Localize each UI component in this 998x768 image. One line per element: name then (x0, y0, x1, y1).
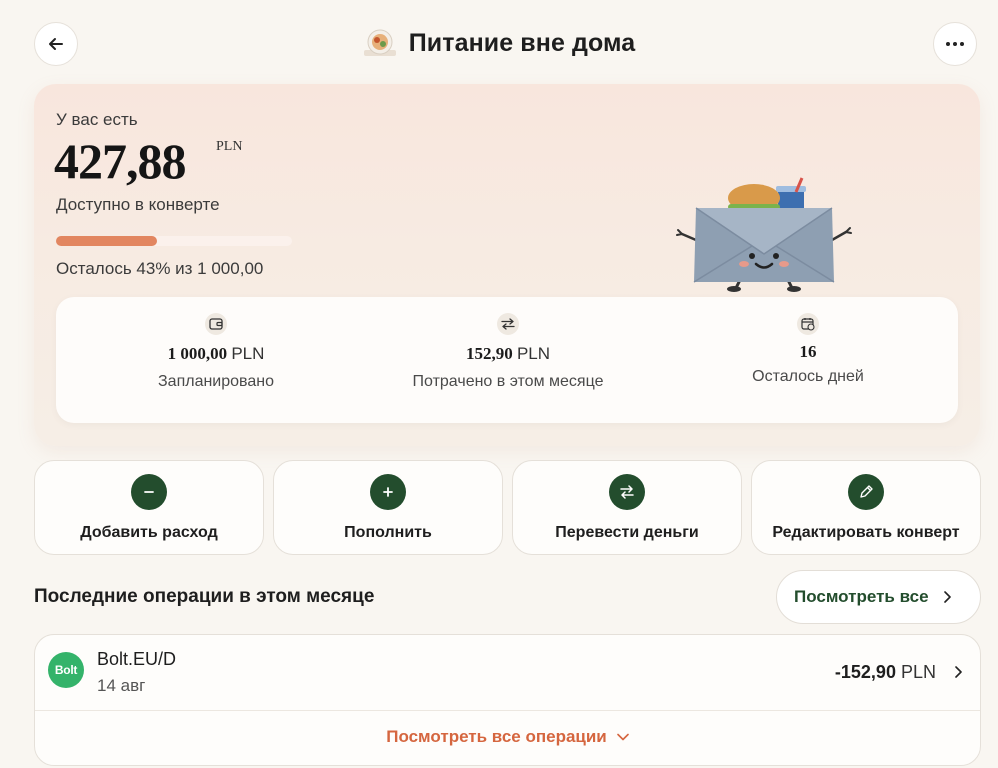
see-all-operations-label: Посмотреть все операции (386, 727, 607, 746)
transfer-arrows-icon (609, 474, 645, 510)
transfer-money-label: Перевести деньги (555, 524, 699, 541)
minus-icon (131, 474, 167, 510)
stat-planned-label: Запланировано (158, 373, 274, 390)
calendar-clock-icon (797, 313, 819, 335)
bolt-logo: Bolt (48, 652, 84, 688)
edit-envelope-button[interactable]: Редактировать конверт (751, 460, 981, 555)
edit-envelope-label: Редактировать конверт (772, 524, 960, 541)
budget-progress-fill (56, 236, 158, 246)
remaining-label: Осталось 43% из 1 000,00 (56, 259, 264, 278)
see-all-operations-button[interactable]: Посмотреть все операции (35, 727, 980, 747)
transactions-card: Bolt Bolt.EU/D 14 авг -152,90 PLN Посмот… (34, 634, 981, 766)
transfer-arrows-icon (497, 313, 519, 335)
balance-amount: 427,88 (54, 133, 186, 189)
chevron-down-icon (616, 733, 629, 741)
budget-progress-bar (56, 236, 292, 246)
available-label: Доступно в конверте (56, 195, 220, 214)
balance-card: У вас есть 427,88 PLN Доступно в конверт… (34, 84, 980, 446)
envelope-mascot-illustration (676, 177, 852, 292)
top-up-label: Пополнить (344, 524, 432, 541)
add-expense-label: Добавить расход (80, 524, 218, 541)
see-all-button[interactable]: Посмотреть все (776, 570, 981, 624)
see-all-label: Посмотреть все (794, 587, 929, 606)
stat-spent: 152,90 PLN Потрачено в этом месяце (358, 313, 658, 391)
transaction-amount: -152,90 (834, 662, 896, 682)
stat-planned-value: 1 000,00 (167, 344, 228, 363)
more-button[interactable] (933, 22, 977, 66)
stat-days-left: 16 Осталось дней (658, 313, 958, 386)
page-header: Питание вне дома (0, 28, 998, 58)
budget-stats-panel: 1 000,00 PLN Запланировано 152,90 PLN По… (56, 297, 958, 423)
recent-operations-title: Последние операции в этом месяце (34, 586, 375, 607)
balance-currency: PLN (216, 139, 243, 154)
pencil-icon (848, 474, 884, 510)
stat-spent-label: Потрачено в этом месяце (412, 373, 604, 390)
transaction-currency: PLN (900, 662, 936, 682)
balance-label: У вас есть (56, 110, 138, 129)
chevron-right-icon (955, 666, 962, 678)
stat-planned-currency: PLN (231, 344, 265, 363)
chevron-right-icon (943, 591, 951, 603)
top-up-button[interactable]: Пополнить (273, 460, 503, 555)
stat-days-left-value: 16 (799, 342, 817, 361)
food-plate-icon (363, 29, 396, 56)
transaction-merchant: Bolt.EU/D (97, 649, 177, 669)
transaction-date: 14 авг (97, 676, 146, 695)
wallet-icon (205, 313, 227, 335)
stat-planned: 1 000,00 PLN Запланировано (66, 313, 366, 391)
stat-spent-currency: PLN (516, 344, 551, 363)
page-title: Питание вне дома (408, 28, 636, 57)
add-expense-button[interactable]: Добавить расход (34, 460, 264, 555)
stat-spent-value: 152,90 (465, 344, 513, 363)
transfer-money-button[interactable]: Перевести деньги (512, 460, 742, 555)
plus-icon (370, 474, 406, 510)
stat-days-left-label: Осталось дней (752, 368, 864, 385)
more-horizontal-icon (946, 42, 964, 46)
divider (35, 710, 980, 711)
